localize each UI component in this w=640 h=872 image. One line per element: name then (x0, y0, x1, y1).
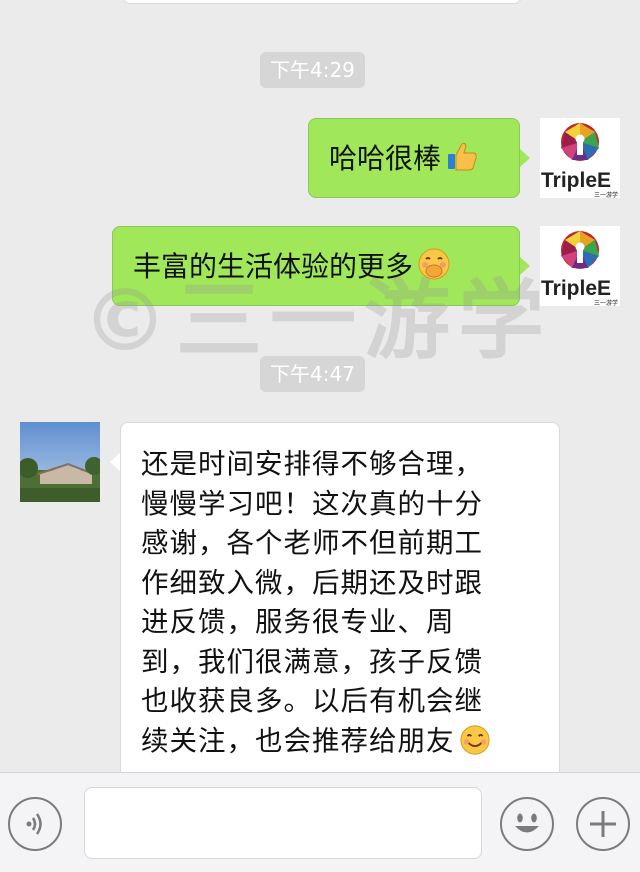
face-hand-over-mouth-icon (418, 248, 450, 280)
received-message-bubble[interactable]: 还是时间安排得不够合理， 慢慢学习吧！这次真的十分 感谢，各个老师不但前期工 作… (120, 422, 560, 782)
smiley-icon (515, 813, 539, 833)
timestamp-chip: 下午4:47 (260, 356, 365, 392)
bubble-tail (520, 257, 530, 275)
message-line: 也收获良多。以后有机会继 (141, 685, 483, 717)
voice-icon (26, 813, 42, 835)
bubble-tail (110, 453, 120, 471)
previous-message-bubble (122, 0, 522, 4)
timestamp-chip: 下午4:29 (260, 52, 365, 88)
brand-subtitle: 三一游学 (593, 300, 618, 307)
message-input[interactable] (84, 787, 482, 859)
message-line: 慢慢学习吧！这次真的十分 (141, 487, 483, 520)
message-line: 感谢，各个老师不但前期工 (141, 527, 483, 559)
message-line: 作细致入微，后期还及时跟 (141, 566, 483, 599)
message-line-last: 续关注，也会推荐给朋友 (141, 722, 541, 762)
brand-subtitle: 三一游学 (593, 192, 618, 199)
bubble-tail (520, 149, 530, 167)
smiling-face-icon (459, 724, 490, 755)
message-text: 丰富的生活体验的更多 (133, 250, 414, 283)
message-text: 续关注，也会推荐给朋友 (141, 724, 455, 757)
message-line: 进反馈，服务很专业、周 (141, 606, 455, 638)
thumbs-up-icon (448, 142, 477, 171)
emoji-button[interactable] (500, 797, 554, 851)
brand-logo-icon (561, 123, 599, 161)
plus-icon (590, 811, 616, 837)
sent-message-bubble[interactable]: 哈哈很棒 (308, 118, 520, 198)
brand-logo-icon (561, 231, 599, 269)
brand-avatar[interactable]: TripleE 三一游学 (540, 226, 620, 307)
input-bar (0, 772, 640, 872)
message-text: 哈哈很棒 (329, 142, 442, 175)
message-line: 还是时间安排得不够合理， (141, 448, 483, 480)
more-button[interactable] (576, 797, 630, 851)
voice-button[interactable] (8, 797, 62, 851)
sent-message-bubble[interactable]: 丰富的生活体验的更多 (112, 226, 520, 306)
landscape-photo-icon (20, 422, 100, 502)
brand-avatar[interactable]: TripleE 三一游学 (540, 118, 620, 199)
message-line: 到，我们很满意，孩子反馈 (141, 645, 483, 678)
user-avatar[interactable] (20, 422, 100, 502)
